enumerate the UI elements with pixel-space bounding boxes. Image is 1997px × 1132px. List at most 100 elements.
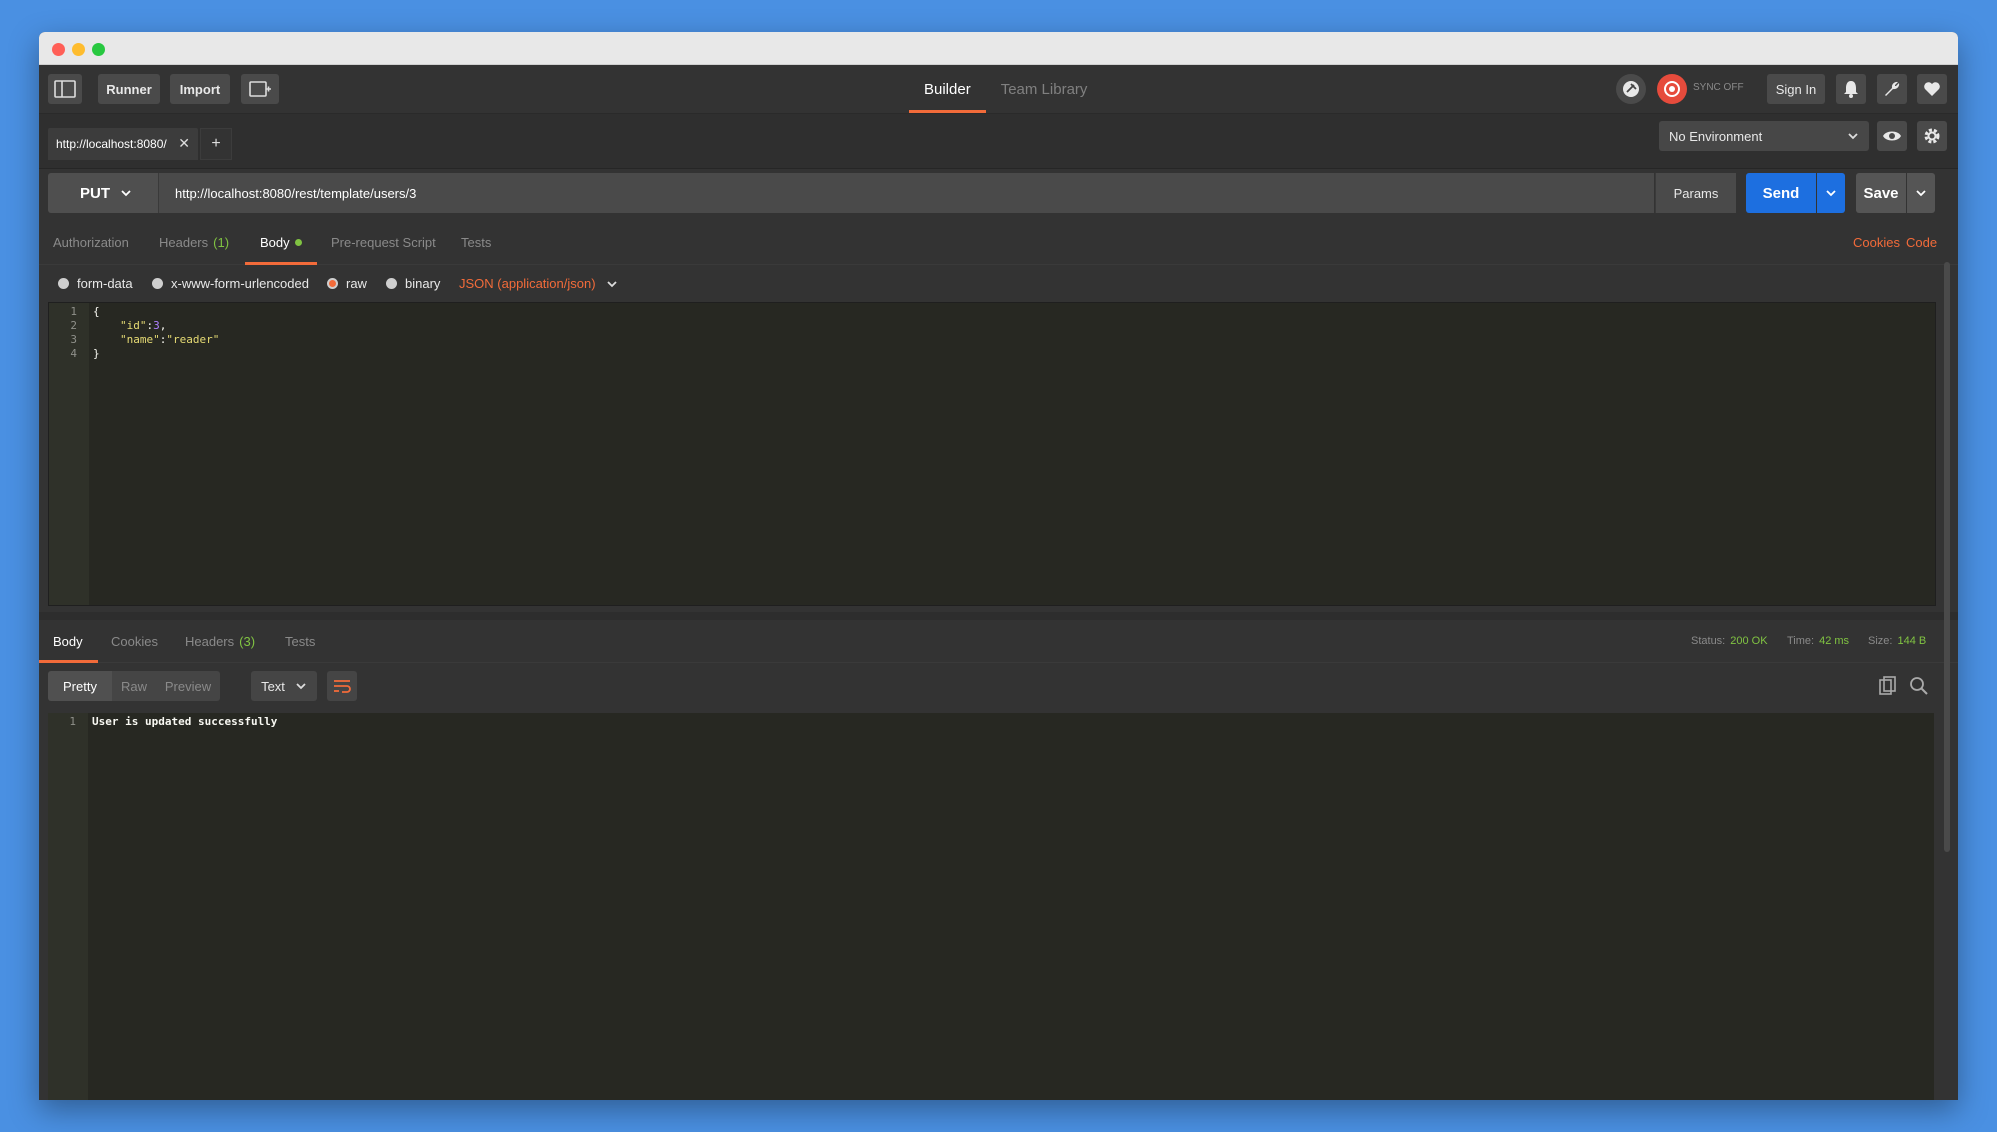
send-button[interactable]: Send: [1746, 173, 1816, 213]
response-headers-count-badge: (3): [239, 633, 256, 649]
minimize-window-button[interactable]: [72, 43, 85, 56]
tab-body-label: Body: [260, 234, 290, 250]
sync-icon: [1664, 81, 1680, 97]
cookies-link[interactable]: Cookies: [1853, 220, 1900, 264]
radio-circle: [58, 278, 69, 289]
view-pretty-button[interactable]: Pretty: [48, 671, 112, 701]
radio-raw[interactable]: raw: [327, 276, 367, 291]
url-input[interactable]: http://localhost:8080/rest/template/user…: [158, 173, 1654, 213]
radio-circle-selected: [327, 278, 338, 289]
body-type-options: form-data x-www-form-urlencoded raw bina…: [39, 264, 1958, 302]
json-number: 3: [153, 319, 160, 332]
sign-in-button[interactable]: Sign In: [1767, 74, 1825, 104]
scrollbar[interactable]: [1944, 262, 1950, 852]
toggle-sidebar-button[interactable]: [48, 74, 82, 104]
copy-response-button[interactable]: [1879, 676, 1897, 701]
size-value: 144 B: [1897, 635, 1927, 647]
close-window-button[interactable]: [52, 43, 65, 56]
maximize-window-button[interactable]: [92, 43, 105, 56]
gear-icon: [1924, 128, 1940, 144]
method-select[interactable]: PUT: [48, 173, 158, 213]
tab-body[interactable]: Body: [245, 220, 317, 265]
time-value: 42 ms: [1819, 635, 1850, 647]
runner-button[interactable]: Runner: [98, 74, 160, 104]
json-key: "name": [120, 333, 160, 346]
radio-label: form-data: [77, 276, 133, 291]
response-time: Time: 42 ms: [1787, 620, 1849, 662]
request-tab[interactable]: http://localhost:8080/ ✕: [48, 128, 198, 160]
code-line: 4 }: [49, 347, 1935, 361]
search-response-button[interactable]: [1909, 676, 1929, 701]
notifications-button[interactable]: [1836, 74, 1866, 104]
manage-environments-button[interactable]: [1917, 121, 1947, 151]
size-label: Size:: [1868, 635, 1893, 647]
response-body-viewer[interactable]: 1 User is updated successfully: [48, 713, 1934, 1100]
content-type-select[interactable]: JSON (application/json): [459, 276, 618, 291]
radio-binary[interactable]: binary: [386, 276, 440, 291]
format-select-value: Text: [261, 678, 285, 694]
code-text: "id":3,: [120, 319, 166, 333]
environment-select[interactable]: No Environment: [1659, 121, 1869, 151]
wrap-lines-icon: [334, 680, 351, 693]
tab-team-library[interactable]: Team Library: [986, 65, 1103, 113]
radio-form-data[interactable]: form-data: [58, 276, 133, 291]
tab-builder[interactable]: Builder: [909, 65, 986, 113]
json-string: "reader": [166, 333, 220, 346]
tab-response-cookies[interactable]: Cookies: [111, 620, 158, 662]
params-button[interactable]: Params: [1655, 173, 1736, 213]
sidebar-icon: [54, 80, 76, 98]
close-icon[interactable]: ✕: [178, 135, 190, 152]
radio-x-www-form-urlencoded[interactable]: x-www-form-urlencoded: [152, 276, 309, 291]
save-button[interactable]: Save: [1856, 173, 1906, 213]
tab-response-headers[interactable]: Headers (3): [185, 620, 255, 662]
code-line: 3 "name":"reader": [49, 333, 1935, 347]
chevron-down-icon: [121, 190, 131, 197]
code-line: 1 {: [49, 305, 1935, 319]
chevron-down-icon: [296, 683, 306, 690]
code-link[interactable]: Code: [1906, 220, 1937, 264]
request-tabs-row: http://localhost:8080/ ✕ + No Environmen…: [39, 114, 1958, 169]
tab-tests[interactable]: Tests: [461, 220, 491, 264]
view-raw-button[interactable]: Raw: [112, 671, 156, 701]
headers-count-badge: (1): [213, 234, 230, 250]
wrap-lines-button[interactable]: [327, 671, 357, 701]
json-comma: ,: [159, 319, 167, 332]
content-type-value: JSON (application/json): [459, 276, 596, 291]
request-body-editor[interactable]: 1 { 2 "id":3, 3 "name":"reader" 4 }: [48, 302, 1936, 606]
save-options-button[interactable]: [1907, 173, 1935, 213]
new-window-icon: [249, 81, 271, 97]
settings-wrench-button[interactable]: [1877, 74, 1907, 104]
add-tab-button[interactable]: +: [200, 128, 232, 160]
response-size: Size: 144 B: [1868, 620, 1926, 662]
line-number: 1: [69, 715, 76, 728]
format-select[interactable]: Text: [251, 671, 317, 701]
search-icon: [1910, 677, 1928, 695]
response-tabs: Body Cookies Headers (3) Tests Status: 2…: [39, 620, 1958, 663]
response-section: Body Cookies Headers (3) Tests Status: 2…: [39, 612, 1958, 1100]
interceptor-button[interactable]: [1616, 74, 1646, 104]
request-subtabs: Authorization Headers (1) Body Pre-reque…: [39, 220, 1958, 265]
tab-pre-request-script[interactable]: Pre-request Script: [331, 220, 436, 264]
body-indicator-dot: [294, 238, 302, 246]
favorite-button[interactable]: [1917, 74, 1947, 104]
radio-label: binary: [405, 276, 441, 291]
tab-response-body[interactable]: Body: [39, 620, 98, 663]
send-options-button[interactable]: [1817, 173, 1845, 213]
tab-authorization[interactable]: Authorization: [53, 220, 129, 264]
environment-select-value: No Environment: [1669, 128, 1763, 144]
request-tab-label: http://localhost:8080/: [56, 137, 167, 151]
tab-headers-label: Headers: [159, 234, 209, 250]
tab-response-tests[interactable]: Tests: [285, 620, 315, 662]
line-gutter: [48, 713, 88, 1100]
code-line: 2 "id":3,: [49, 319, 1935, 333]
quick-look-button[interactable]: [1877, 121, 1907, 151]
app-window: Runner Import Builder Team Library SYNC …: [39, 32, 1958, 1100]
view-preview-button[interactable]: Preview: [156, 671, 220, 701]
tab-headers[interactable]: Headers (1): [159, 220, 229, 264]
radio-label: x-www-form-urlencoded: [171, 276, 309, 291]
line-number: 3: [70, 333, 77, 346]
new-window-button[interactable]: [241, 74, 279, 104]
radio-label: raw: [346, 276, 367, 291]
import-button[interactable]: Import: [170, 74, 230, 104]
sync-status-icon[interactable]: [1657, 74, 1687, 104]
